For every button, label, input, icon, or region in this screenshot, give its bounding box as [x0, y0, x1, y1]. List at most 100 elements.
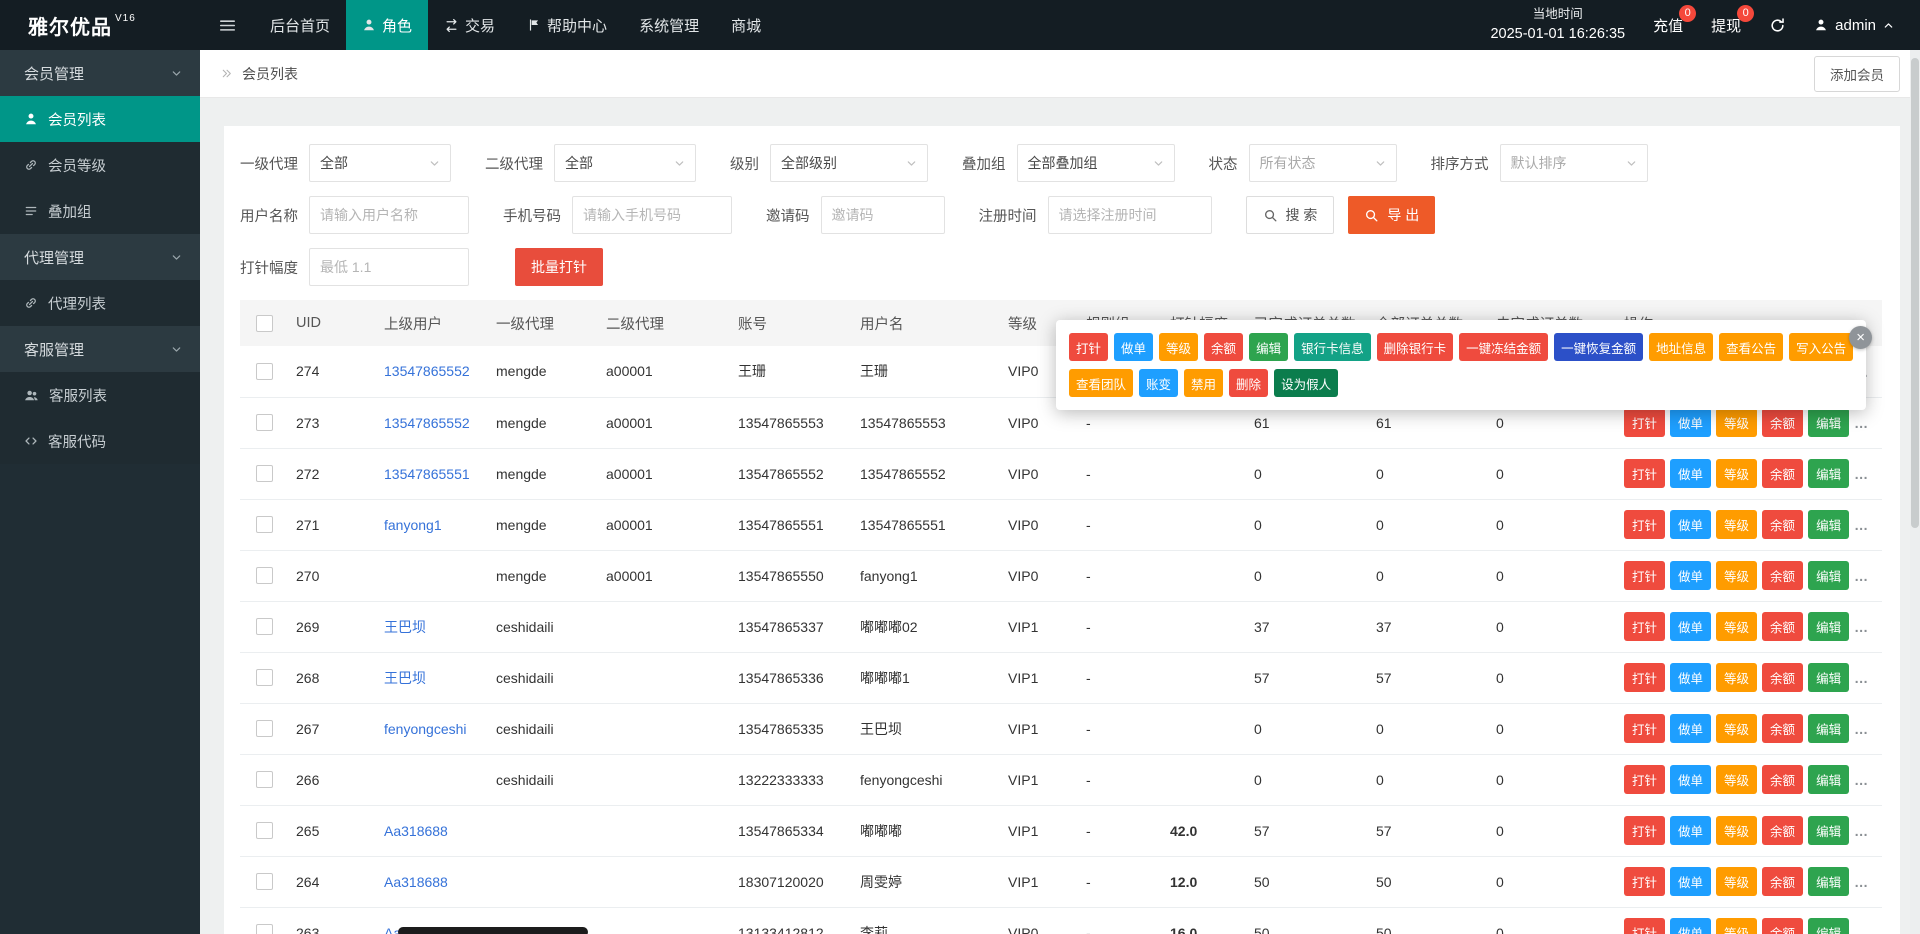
admin-menu[interactable]: admin: [1814, 17, 1894, 34]
popup-action-edit[interactable]: 编辑: [1249, 333, 1289, 361]
row-action-balance[interactable]: 余额: [1762, 561, 1804, 590]
batch-inject-button[interactable]: 批量打针: [515, 248, 603, 286]
row-action-inject[interactable]: 打针: [1624, 459, 1666, 488]
row-action-make-order[interactable]: 做单: [1670, 714, 1712, 743]
popup-action-balance[interactable]: 余额: [1204, 333, 1244, 361]
row-action-balance[interactable]: 余额: [1762, 663, 1804, 692]
popup-action-delete[interactable]: 删除: [1229, 369, 1269, 397]
row-more-actions[interactable]: …: [1854, 619, 1869, 635]
parent-user-link[interactable]: Aa318688: [384, 823, 448, 839]
nav-item-trade[interactable]: 交易: [428, 0, 511, 50]
row-action-inject[interactable]: 打针: [1624, 510, 1666, 539]
row-more-actions[interactable]: …: [1854, 721, 1869, 737]
row-action-level[interactable]: 等级: [1716, 714, 1758, 743]
add-member-button[interactable]: 添加会员: [1814, 55, 1900, 92]
export-button[interactable]: 导 出: [1348, 196, 1436, 234]
popup-action-bank-card-info[interactable]: 银行卡信息: [1294, 333, 1371, 361]
search-button[interactable]: 搜 索: [1245, 196, 1335, 234]
nav-item-dashboard[interactable]: 后台首页: [254, 0, 346, 50]
horizontal-scrollbar-thumb[interactable]: [398, 927, 588, 934]
row-more-actions[interactable]: …: [1854, 823, 1869, 839]
row-action-inject[interactable]: 打针: [1624, 714, 1666, 743]
level-select[interactable]: 全部级别: [770, 144, 928, 182]
parent-user-link[interactable]: fanyong1: [384, 517, 442, 533]
row-more-actions[interactable]: …: [1854, 874, 1869, 890]
sidebar-group-member-management[interactable]: 会员管理: [0, 50, 200, 96]
row-action-make-order[interactable]: 做单: [1670, 867, 1712, 896]
row-action-inject[interactable]: 打针: [1624, 765, 1666, 794]
sidebar-item-overlay-group[interactable]: 叠加组: [0, 188, 200, 234]
parent-user-link[interactable]: fenyongceshi: [384, 721, 467, 737]
sidebar-item-service-list[interactable]: 客服列表: [0, 372, 200, 418]
sidebar-group-service-management[interactable]: 客服管理: [0, 326, 200, 372]
popup-action-delete-bank-card[interactable]: 删除银行卡: [1376, 333, 1454, 361]
row-action-edit[interactable]: 编辑: [1808, 510, 1850, 539]
row-more-actions[interactable]: …: [1854, 517, 1869, 533]
row-action-balance[interactable]: 余额: [1762, 612, 1804, 641]
row-checkbox[interactable]: [255, 516, 273, 534]
inject-range-input[interactable]: [309, 248, 469, 286]
popup-action-inject[interactable]: 打针: [1069, 333, 1109, 361]
row-checkbox[interactable]: [255, 822, 273, 840]
row-action-balance[interactable]: 余额: [1762, 918, 1804, 934]
row-action-level[interactable]: 等级: [1716, 510, 1758, 539]
row-action-inject[interactable]: 打针: [1624, 612, 1666, 641]
row-action-edit[interactable]: 编辑: [1808, 918, 1850, 934]
row-action-make-order[interactable]: 做单: [1670, 561, 1712, 590]
row-action-make-order[interactable]: 做单: [1670, 918, 1712, 934]
agent2-select[interactable]: 全部: [554, 144, 696, 182]
row-action-inject[interactable]: 打针: [1624, 867, 1666, 896]
row-more-actions[interactable]: …: [1854, 466, 1869, 482]
vertical-scrollbar[interactable]: [1910, 50, 1920, 934]
menu-toggle-button[interactable]: [200, 0, 254, 50]
vertical-scrollbar-thumb[interactable]: [1911, 58, 1919, 528]
row-more-actions[interactable]: …: [1854, 415, 1869, 431]
row-checkbox[interactable]: [255, 618, 273, 636]
row-more-actions[interactable]: …: [1854, 670, 1869, 686]
row-action-edit[interactable]: 编辑: [1808, 408, 1850, 437]
row-action-edit[interactable]: 编辑: [1808, 612, 1850, 641]
row-action-balance[interactable]: 余额: [1762, 867, 1804, 896]
row-action-level[interactable]: 等级: [1716, 918, 1758, 934]
row-action-level[interactable]: 等级: [1716, 765, 1758, 794]
parent-user-link[interactable]: 王巴坝: [384, 619, 426, 635]
popup-action-freeze-amount[interactable]: 一键冻结金额: [1459, 333, 1549, 361]
row-action-level[interactable]: 等级: [1716, 816, 1758, 845]
popup-action-make-order[interactable]: 做单: [1114, 333, 1154, 361]
nav-item-help-center[interactable]: 帮助中心: [511, 0, 623, 50]
row-action-edit[interactable]: 编辑: [1808, 867, 1850, 896]
row-action-balance[interactable]: 余额: [1762, 816, 1804, 845]
refresh-icon[interactable]: [1769, 17, 1786, 34]
status-select[interactable]: 所有状态: [1248, 144, 1397, 182]
popup-action-view-team[interactable]: 查看团队: [1069, 369, 1134, 397]
row-checkbox[interactable]: [255, 924, 273, 934]
sidebar-item-member-list[interactable]: 会员列表: [0, 96, 200, 142]
nav-item-mall[interactable]: 商城: [715, 0, 777, 50]
invite-code-input[interactable]: [820, 196, 945, 234]
popup-action-level[interactable]: 等级: [1159, 333, 1199, 361]
popup-action-restore-amount[interactable]: 一键恢复金额: [1554, 333, 1644, 361]
sidebar-item-service-code[interactable]: 客服代码: [0, 418, 200, 464]
row-action-inject[interactable]: 打针: [1624, 663, 1666, 692]
phone-input[interactable]: [572, 196, 732, 234]
row-action-edit[interactable]: 编辑: [1808, 765, 1850, 794]
row-action-edit[interactable]: 编辑: [1808, 714, 1850, 743]
row-action-level[interactable]: 等级: [1716, 459, 1758, 488]
overlay-group-select[interactable]: 全部叠加组: [1016, 144, 1175, 182]
register-time-input[interactable]: [1047, 196, 1212, 234]
popup-action-balance-change[interactable]: 账变: [1139, 369, 1179, 397]
row-more-actions[interactable]: …: [1854, 925, 1869, 934]
row-action-balance[interactable]: 余额: [1762, 408, 1804, 437]
row-action-balance[interactable]: 余额: [1762, 510, 1804, 539]
nav-item-roles[interactable]: 角色: [346, 0, 429, 50]
row-action-balance[interactable]: 余额: [1762, 459, 1804, 488]
parent-user-link[interactable]: 13547865551: [384, 466, 470, 482]
row-action-make-order[interactable]: 做单: [1670, 510, 1712, 539]
popup-action-set-fake-user[interactable]: 设为假人: [1274, 369, 1339, 397]
agent1-select[interactable]: 全部: [309, 144, 451, 182]
row-action-level[interactable]: 等级: [1716, 612, 1758, 641]
row-action-make-order[interactable]: 做单: [1670, 408, 1712, 437]
row-action-balance[interactable]: 余额: [1762, 765, 1804, 794]
row-action-level[interactable]: 等级: [1716, 561, 1758, 590]
row-checkbox[interactable]: [255, 873, 273, 891]
